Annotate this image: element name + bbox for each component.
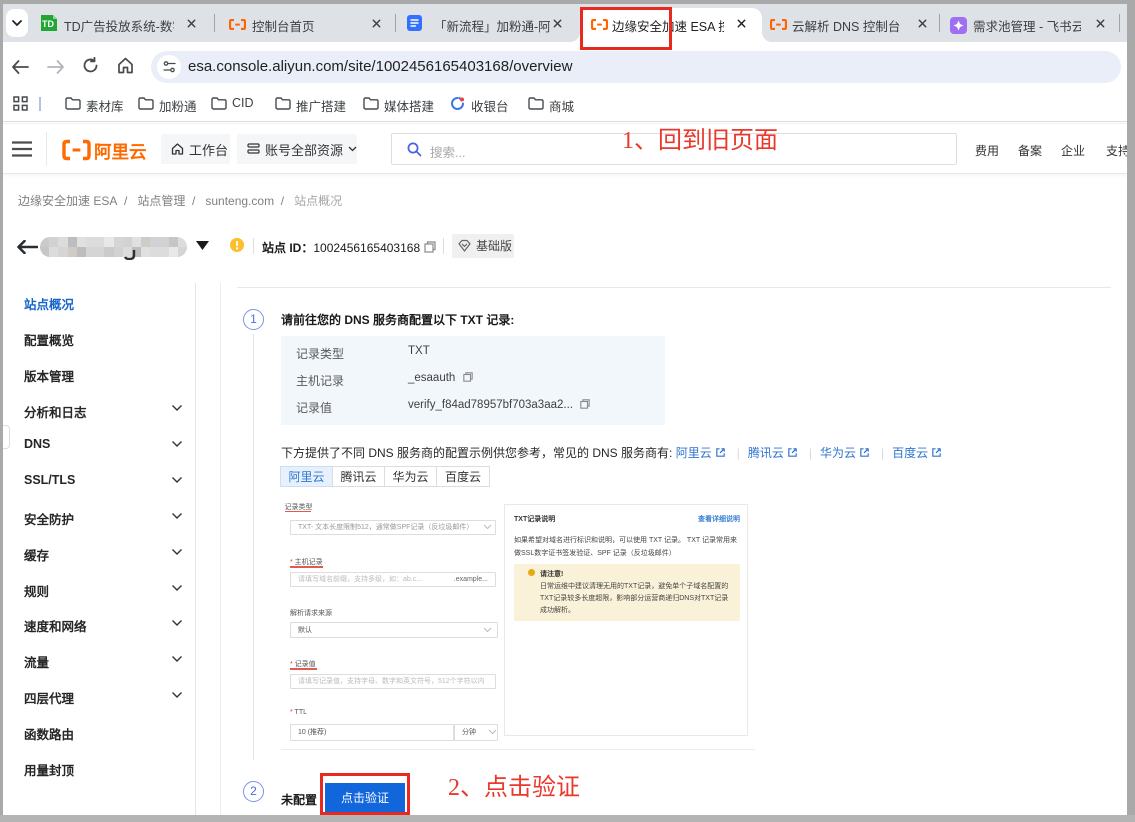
svg-text:TD: TD xyxy=(42,19,54,29)
svg-text:阿里云: 阿里云 xyxy=(94,142,147,161)
